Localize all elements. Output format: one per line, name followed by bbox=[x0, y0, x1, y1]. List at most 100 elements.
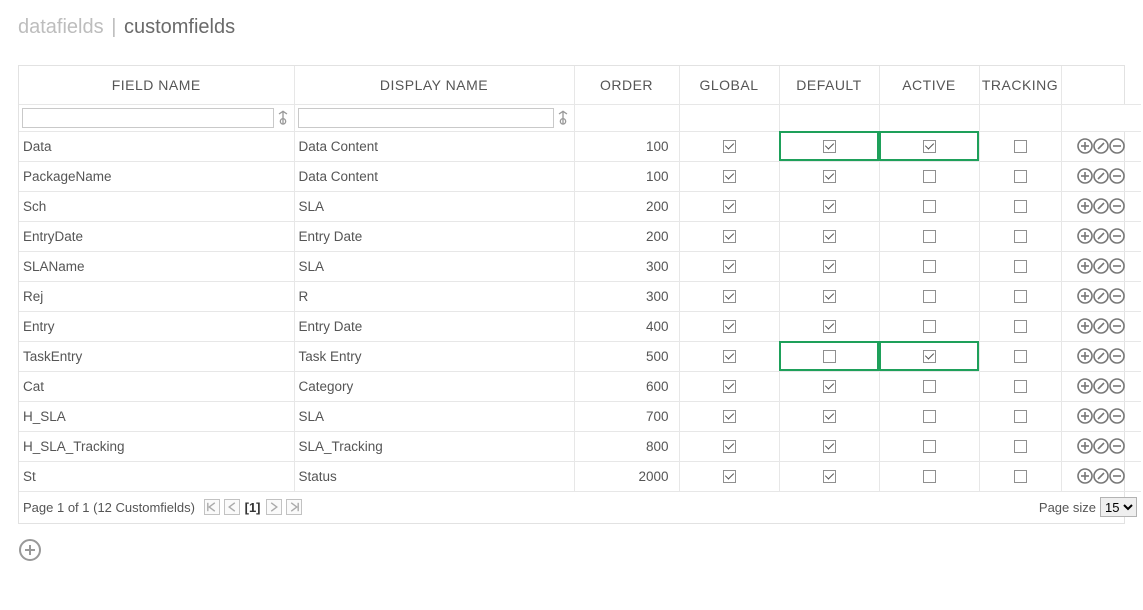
cell-order: 600 bbox=[574, 371, 679, 401]
checkbox-active[interactable] bbox=[923, 290, 936, 303]
col-global[interactable]: GLOBAL bbox=[679, 66, 779, 104]
breadcrumb-separator: | bbox=[111, 16, 116, 38]
filter-icon[interactable] bbox=[555, 108, 571, 128]
checkbox-global[interactable] bbox=[723, 170, 736, 183]
cell-default bbox=[779, 161, 879, 191]
checkbox-global[interactable] bbox=[723, 470, 736, 483]
checkbox-active[interactable] bbox=[923, 170, 936, 183]
checkbox-global[interactable] bbox=[723, 140, 736, 153]
col-display-name[interactable]: DISPLAY NAME bbox=[294, 66, 574, 104]
cell-global bbox=[679, 311, 779, 341]
delete-icon[interactable] bbox=[1108, 167, 1126, 185]
cell-actions bbox=[1061, 161, 1141, 191]
checkbox-tracking[interactable] bbox=[1014, 380, 1027, 393]
delete-icon[interactable] bbox=[1108, 287, 1126, 305]
pager-next-icon[interactable] bbox=[266, 499, 282, 515]
checkbox-active[interactable] bbox=[923, 320, 936, 333]
col-default[interactable]: DEFAULT bbox=[779, 66, 879, 104]
checkbox-default[interactable] bbox=[823, 440, 836, 453]
cell-order: 400 bbox=[574, 311, 679, 341]
cell-global bbox=[679, 131, 779, 161]
checkbox-default[interactable] bbox=[823, 410, 836, 423]
cell-actions bbox=[1061, 221, 1141, 251]
checkbox-tracking[interactable] bbox=[1014, 200, 1027, 213]
delete-icon[interactable] bbox=[1108, 407, 1126, 425]
page-size-select[interactable]: 15 bbox=[1100, 497, 1137, 517]
checkbox-default[interactable] bbox=[823, 320, 836, 333]
cell-default bbox=[779, 131, 879, 161]
delete-icon[interactable] bbox=[1108, 467, 1126, 485]
checkbox-global[interactable] bbox=[723, 320, 736, 333]
checkbox-active[interactable] bbox=[923, 140, 936, 153]
delete-icon[interactable] bbox=[1108, 377, 1126, 395]
checkbox-active[interactable] bbox=[923, 200, 936, 213]
delete-icon[interactable] bbox=[1108, 257, 1126, 275]
cell-global bbox=[679, 191, 779, 221]
checkbox-global[interactable] bbox=[723, 440, 736, 453]
delete-icon[interactable] bbox=[1108, 227, 1126, 245]
cell-tracking bbox=[979, 311, 1061, 341]
checkbox-tracking[interactable] bbox=[1014, 410, 1027, 423]
add-button[interactable] bbox=[18, 538, 42, 562]
breadcrumb-parent[interactable]: datafields bbox=[18, 16, 104, 38]
checkbox-default[interactable] bbox=[823, 260, 836, 273]
delete-icon[interactable] bbox=[1108, 317, 1126, 335]
cell-order: 300 bbox=[574, 251, 679, 281]
cell-active bbox=[879, 251, 979, 281]
checkbox-global[interactable] bbox=[723, 350, 736, 363]
checkbox-active[interactable] bbox=[923, 440, 936, 453]
filter-icon[interactable] bbox=[275, 108, 291, 128]
checkbox-global[interactable] bbox=[723, 260, 736, 273]
pager-prev-icon[interactable] bbox=[224, 499, 240, 515]
checkbox-active[interactable] bbox=[923, 410, 936, 423]
cell-tracking bbox=[979, 131, 1061, 161]
cell-global bbox=[679, 401, 779, 431]
checkbox-global[interactable] bbox=[723, 200, 736, 213]
checkbox-default[interactable] bbox=[823, 230, 836, 243]
col-active[interactable]: ACTIVE bbox=[879, 66, 979, 104]
checkbox-active[interactable] bbox=[923, 350, 936, 363]
checkbox-global[interactable] bbox=[723, 380, 736, 393]
cell-display-name: Data Content bbox=[294, 161, 574, 191]
checkbox-tracking[interactable] bbox=[1014, 320, 1027, 333]
checkbox-global[interactable] bbox=[723, 230, 736, 243]
cell-field-name: Rej bbox=[19, 281, 294, 311]
checkbox-active[interactable] bbox=[923, 380, 936, 393]
checkbox-tracking[interactable] bbox=[1014, 470, 1027, 483]
filter-field-name[interactable] bbox=[22, 108, 274, 128]
checkbox-default[interactable] bbox=[823, 470, 836, 483]
cell-display-name: SLA bbox=[294, 401, 574, 431]
pager-first-icon[interactable] bbox=[204, 499, 220, 515]
checkbox-tracking[interactable] bbox=[1014, 170, 1027, 183]
table-row: StStatus2000 bbox=[19, 461, 1141, 491]
checkbox-global[interactable] bbox=[723, 410, 736, 423]
checkbox-active[interactable] bbox=[923, 230, 936, 243]
checkbox-default[interactable] bbox=[823, 380, 836, 393]
delete-icon[interactable] bbox=[1108, 347, 1126, 365]
cell-display-name: R bbox=[294, 281, 574, 311]
delete-icon[interactable] bbox=[1108, 137, 1126, 155]
checkbox-tracking[interactable] bbox=[1014, 290, 1027, 303]
checkbox-tracking[interactable] bbox=[1014, 140, 1027, 153]
checkbox-global[interactable] bbox=[723, 290, 736, 303]
col-field-name[interactable]: FIELD NAME bbox=[19, 66, 294, 104]
checkbox-tracking[interactable] bbox=[1014, 350, 1027, 363]
filter-display-name[interactable] bbox=[298, 108, 554, 128]
checkbox-active[interactable] bbox=[923, 470, 936, 483]
pager-summary: Page 1 of 1 (12 Customfields) bbox=[23, 500, 195, 515]
col-order[interactable]: ORDER bbox=[574, 66, 679, 104]
checkbox-default[interactable] bbox=[823, 140, 836, 153]
checkbox-active[interactable] bbox=[923, 260, 936, 273]
checkbox-default[interactable] bbox=[823, 170, 836, 183]
checkbox-default[interactable] bbox=[823, 350, 836, 363]
delete-icon[interactable] bbox=[1108, 197, 1126, 215]
col-tracking[interactable]: TRACKING bbox=[979, 66, 1061, 104]
pager-last-icon[interactable] bbox=[286, 499, 302, 515]
checkbox-tracking[interactable] bbox=[1014, 440, 1027, 453]
checkbox-tracking[interactable] bbox=[1014, 260, 1027, 273]
delete-icon[interactable] bbox=[1108, 437, 1126, 455]
checkbox-tracking[interactable] bbox=[1014, 230, 1027, 243]
cell-active bbox=[879, 131, 979, 161]
checkbox-default[interactable] bbox=[823, 200, 836, 213]
checkbox-default[interactable] bbox=[823, 290, 836, 303]
